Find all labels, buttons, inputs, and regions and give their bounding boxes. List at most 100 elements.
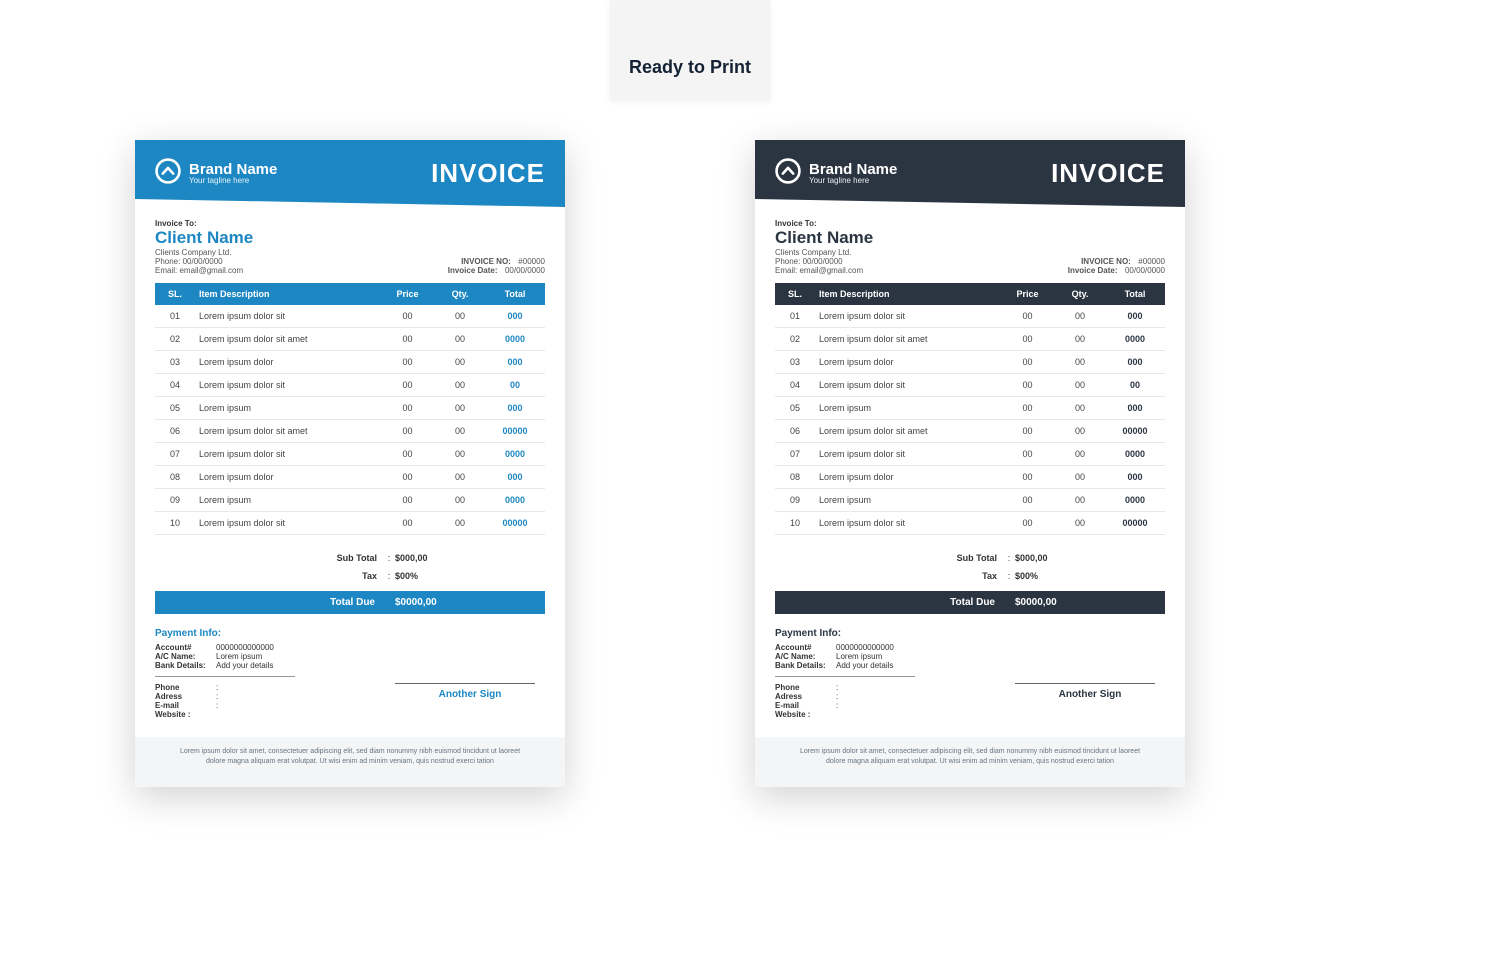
invoice-wrap: Brand Name Your tagline here INVOICE Inv… xyxy=(0,0,1492,867)
table-row: 08Lorem ipsum dolor0000000 xyxy=(775,466,1165,489)
invoice-body: Invoice To: Client Name Clients Company … xyxy=(135,207,565,737)
invoice-to-label: Invoice To: xyxy=(155,219,253,228)
payment-row: Website : xyxy=(775,710,1165,719)
cell-desc: Lorem ipsum dolor sit xyxy=(815,305,1000,328)
items-table: SL.Item DescriptionPriceQty.Total01Lorem… xyxy=(155,283,545,535)
subtotal-label: Sub Total xyxy=(155,553,383,563)
invoice-number-block: INVOICE NO: #00000 Invoice Date: 00/00/0… xyxy=(1068,257,1165,275)
client-email: Email: email@gmail.com xyxy=(155,266,253,275)
cell-desc: Lorem ipsum xyxy=(195,489,380,512)
cell-price: 00 xyxy=(380,374,435,397)
total-due-value: $0000,00 xyxy=(395,597,545,608)
col-sl: SL. xyxy=(775,283,815,305)
client-name: Client Name xyxy=(155,228,253,248)
meta-row: Invoice To: Client Name Clients Company … xyxy=(155,219,545,275)
cell-price: 00 xyxy=(380,397,435,420)
cell-total: 000 xyxy=(1105,397,1165,420)
table-row: 05Lorem ipsum0000000 xyxy=(775,397,1165,420)
table-row: 07Lorem ipsum dolor sit00000000 xyxy=(155,443,545,466)
payment-row: Account#0000000000000 xyxy=(155,643,545,652)
cell-sl: 09 xyxy=(775,489,815,512)
client-phone: Phone: 00/00/0000 xyxy=(775,257,873,266)
cell-price: 00 xyxy=(380,466,435,489)
cell-qty: 00 xyxy=(1055,489,1105,512)
invoice-to-label: Invoice To: xyxy=(775,219,873,228)
cell-qty: 00 xyxy=(1055,420,1105,443)
total-due-label: Total Due xyxy=(775,597,1015,608)
cell-qty: 00 xyxy=(435,374,485,397)
invoice-header: Brand Name Your tagline here INVOICE xyxy=(135,140,565,207)
client-company: Clients Company Ltd. xyxy=(155,248,253,257)
subtotal-value: $000,00 xyxy=(1015,553,1165,563)
payment-row: A/C Name:Lorem ipsum xyxy=(775,652,1165,661)
cell-price: 00 xyxy=(1000,489,1055,512)
client-company: Clients Company Ltd. xyxy=(775,248,873,257)
cell-sl: 08 xyxy=(775,466,815,489)
meta-row: Invoice To: Client Name Clients Company … xyxy=(775,219,1165,275)
table-row: 07Lorem ipsum dolor sit00000000 xyxy=(775,443,1165,466)
cell-desc: Lorem ipsum dolor sit xyxy=(815,512,1000,535)
table-row: 09Lorem ipsum00000000 xyxy=(155,489,545,512)
cell-price: 00 xyxy=(380,489,435,512)
cell-total: 000 xyxy=(485,397,545,420)
total-due-line: Total Due $0000,00 xyxy=(155,591,545,614)
cell-desc: Lorem ipsum dolor xyxy=(195,351,380,374)
payment-row: E-mail: xyxy=(775,701,1165,710)
cell-total: 0000 xyxy=(1105,443,1165,466)
sign-label: Another Sign xyxy=(1059,689,1122,700)
cell-desc: Lorem ipsum xyxy=(815,397,1000,420)
cell-price: 00 xyxy=(1000,512,1055,535)
cell-qty: 00 xyxy=(435,351,485,374)
logo-icon xyxy=(775,158,801,189)
cell-price: 00 xyxy=(1000,328,1055,351)
total-due-line: Total Due $0000,00 xyxy=(775,591,1165,614)
table-row: 05Lorem ipsum0000000 xyxy=(155,397,545,420)
sign-label: Another Sign xyxy=(439,689,502,700)
cell-qty: 00 xyxy=(435,328,485,351)
cell-qty: 00 xyxy=(1055,351,1105,374)
summary-block: Sub Total : $000,00 Tax : $00% Total Due… xyxy=(775,549,1165,614)
cell-desc: Lorem ipsum xyxy=(195,397,380,420)
total-due-label: Total Due xyxy=(155,597,395,608)
table-row: 02Lorem ipsum dolor sit amet00000000 xyxy=(155,328,545,351)
col-price: Price xyxy=(1000,283,1055,305)
col-desc: Item Description xyxy=(815,283,1000,305)
payment-title: Payment Info: xyxy=(775,628,1165,639)
cell-sl: 04 xyxy=(155,374,195,397)
cell-price: 00 xyxy=(1000,443,1055,466)
table-row: 04Lorem ipsum dolor sit000000 xyxy=(775,374,1165,397)
invoice-date-label: Invoice Date: xyxy=(1068,266,1123,275)
cell-qty: 00 xyxy=(1055,512,1105,535)
cell-price: 00 xyxy=(1000,466,1055,489)
cell-total: 00000 xyxy=(1105,420,1165,443)
invoice-no-label: INVOICE NO: xyxy=(1081,257,1136,266)
client-email: Email: email@gmail.com xyxy=(775,266,873,275)
col-price: Price xyxy=(380,283,435,305)
invoice-date-value: 00/00/0000 xyxy=(505,266,545,275)
tax-value: $00% xyxy=(1015,571,1165,581)
cell-qty: 00 xyxy=(1055,374,1105,397)
divider xyxy=(155,676,295,677)
table-row: 03Lorem ipsum dolor0000000 xyxy=(155,351,545,374)
col-sl: SL. xyxy=(155,283,195,305)
payment-row: Website : xyxy=(155,710,545,719)
cell-price: 00 xyxy=(1000,420,1055,443)
cell-desc: Lorem ipsum xyxy=(815,489,1000,512)
invoice-title: INVOICE xyxy=(1051,158,1165,189)
cell-desc: Lorem ipsum dolor xyxy=(195,466,380,489)
cell-qty: 00 xyxy=(1055,305,1105,328)
footer-note: Lorem ipsum dolor sit amet, consectetuer… xyxy=(755,737,1185,787)
cell-desc: Lorem ipsum dolor sit xyxy=(195,374,380,397)
cell-total: 0000 xyxy=(485,443,545,466)
cell-sl: 06 xyxy=(775,420,815,443)
tax-value: $00% xyxy=(395,571,545,581)
payment-title: Payment Info: xyxy=(155,628,545,639)
payment-info: Payment Info: Account#0000000000000 A/C … xyxy=(775,628,1165,719)
brand-block: Brand Name Your tagline here xyxy=(155,158,277,189)
table-row: 08Lorem ipsum dolor0000000 xyxy=(155,466,545,489)
col-qty: Qty. xyxy=(435,283,485,305)
cell-sl: 08 xyxy=(155,466,195,489)
cell-qty: 00 xyxy=(435,466,485,489)
sign-line xyxy=(395,683,535,684)
cell-total: 00 xyxy=(1105,374,1165,397)
